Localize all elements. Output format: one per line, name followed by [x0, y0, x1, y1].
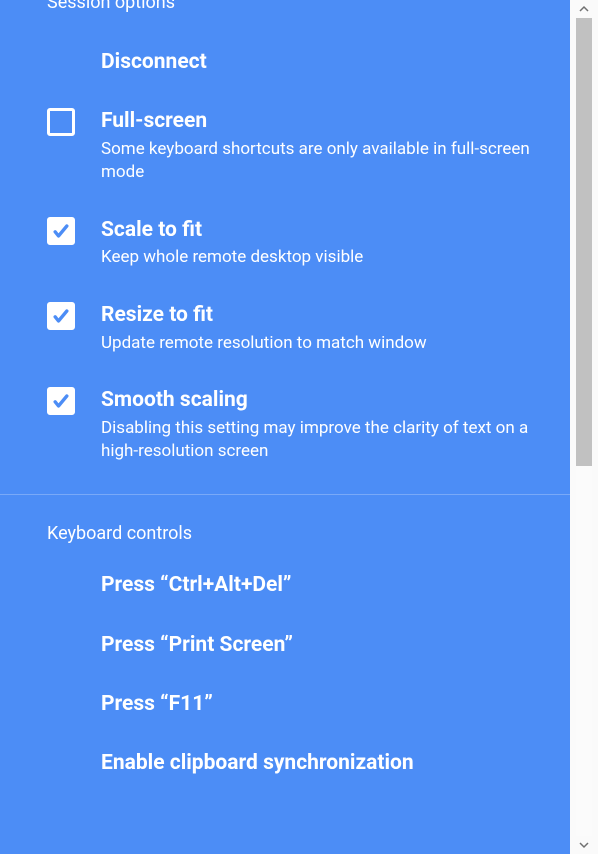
scrollbar[interactable] [570, 0, 598, 854]
disconnect-button[interactable]: Disconnect [0, 33, 570, 92]
session-options-heading: Session options [0, 0, 570, 33]
press-print-screen-button[interactable]: Press “Print Screen” [0, 616, 570, 675]
full-screen-desc: Some keyboard shortcuts are only availab… [101, 138, 530, 186]
scale-to-fit-label: Scale to fit [101, 217, 530, 244]
scale-to-fit-option[interactable]: Scale to fit Keep whole remote desktop v… [0, 201, 570, 286]
check-icon [51, 221, 71, 241]
options-panel: Session options Disconnect Full-screen S… [0, 0, 570, 854]
full-screen-checkbox[interactable] [47, 108, 75, 136]
scale-to-fit-checkbox[interactable] [47, 217, 75, 245]
full-screen-label: Full-screen [101, 108, 530, 135]
keyboard-controls-heading: Keyboard controls [0, 495, 570, 556]
scroll-thumb[interactable] [576, 18, 592, 466]
press-f11-label: Press “F11” [101, 691, 530, 718]
press-f11-button[interactable]: Press “F11” [0, 675, 570, 734]
scroll-up-button[interactable] [575, 0, 593, 18]
check-icon [51, 391, 71, 411]
resize-to-fit-label: Resize to fit [101, 302, 530, 329]
check-icon [51, 306, 71, 326]
disconnect-label: Disconnect [101, 49, 530, 76]
smooth-scaling-desc: Disabling this setting may improve the c… [101, 417, 530, 465]
keyboard-controls-section: Keyboard controls Press “Ctrl+Alt+Del” P… [0, 495, 570, 793]
session-options-section: Session options Disconnect Full-screen S… [0, 0, 570, 480]
resize-to-fit-option[interactable]: Resize to fit Update remote resolution t… [0, 286, 570, 371]
enable-clipboard-sync-button[interactable]: Enable clipboard synchronization [0, 734, 570, 793]
full-screen-option[interactable]: Full-screen Some keyboard shortcuts are … [0, 92, 570, 201]
scale-to-fit-desc: Keep whole remote desktop visible [101, 246, 530, 270]
smooth-scaling-label: Smooth scaling [101, 387, 530, 414]
enable-clipboard-sync-label: Enable clipboard synchronization [101, 750, 530, 777]
press-ctrl-alt-del-button[interactable]: Press “Ctrl+Alt+Del” [0, 556, 570, 615]
chevron-down-icon [579, 840, 589, 850]
scroll-down-button[interactable] [575, 836, 593, 854]
press-print-screen-label: Press “Print Screen” [101, 632, 530, 659]
chevron-up-icon [579, 4, 589, 14]
resize-to-fit-checkbox[interactable] [47, 302, 75, 330]
press-ctrl-alt-del-label: Press “Ctrl+Alt+Del” [101, 572, 530, 599]
resize-to-fit-desc: Update remote resolution to match window [101, 332, 530, 356]
smooth-scaling-checkbox[interactable] [47, 387, 75, 415]
smooth-scaling-option[interactable]: Smooth scaling Disabling this setting ma… [0, 371, 570, 480]
